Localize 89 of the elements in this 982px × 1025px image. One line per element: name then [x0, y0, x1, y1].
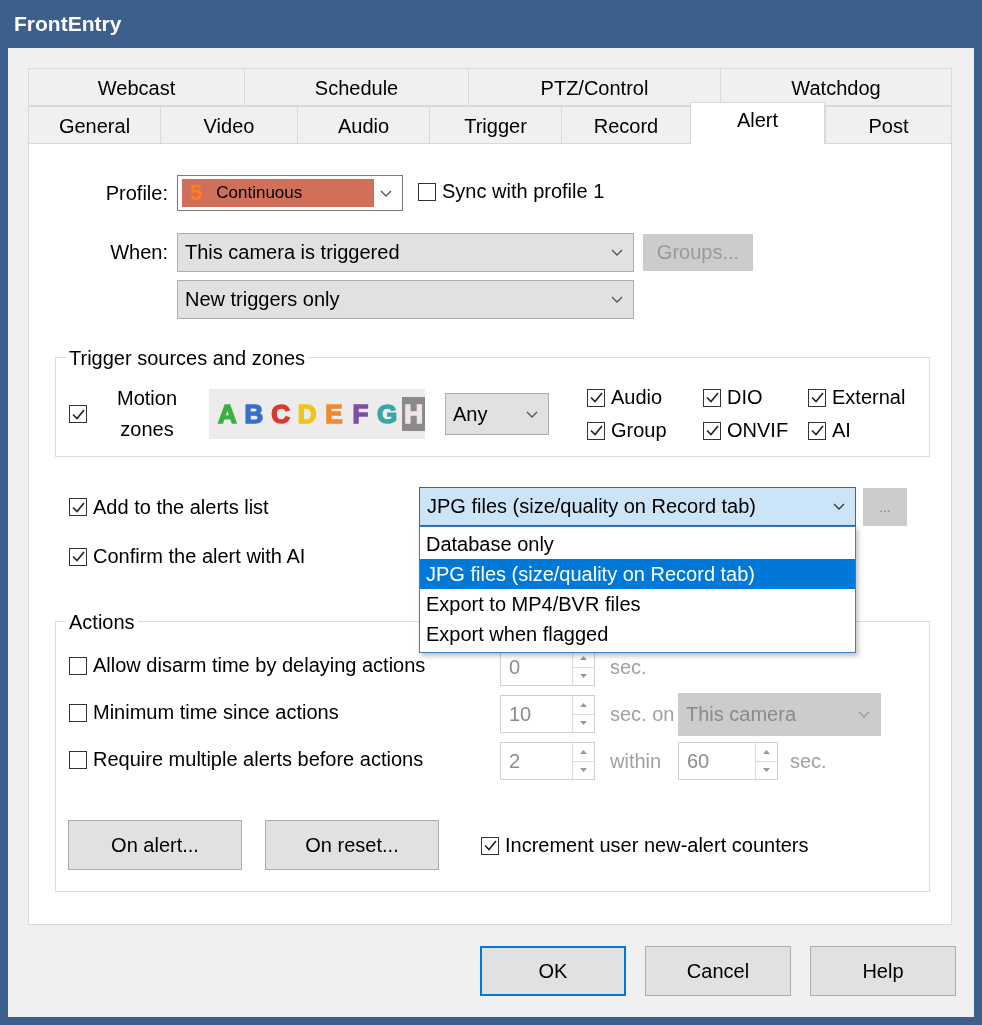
action-button[interactable]: On alert... — [68, 820, 242, 870]
checkbox[interactable] — [69, 498, 87, 516]
dropdown-option[interactable]: Export to MP4/BVR files — [420, 589, 855, 619]
checkbox[interactable] — [481, 836, 499, 855]
dropdown[interactable]: This camera is triggered — [177, 233, 634, 272]
checkmark-icon — [589, 425, 603, 436]
checkmark-icon — [705, 425, 719, 436]
tab[interactable]: Video — [160, 106, 297, 143]
dropdown-option[interactable]: JPG files (size/quality on Record tab) — [420, 559, 855, 589]
checkbox[interactable] — [703, 388, 721, 407]
unit-label: within — [610, 749, 663, 773]
action-button[interactable]: On reset... — [265, 820, 439, 870]
checkbox-label: Increment user new-alert counters — [505, 834, 809, 857]
chevron-down-icon — [833, 503, 845, 510]
chevron-down-icon — [526, 410, 538, 418]
dialog-button[interactable]: Help — [810, 946, 956, 996]
checkbox-label: DIO — [727, 386, 763, 409]
checkbox[interactable] — [703, 421, 721, 440]
unit-label: sec. — [610, 655, 647, 679]
caret-up-icon — [580, 702, 587, 707]
checkbox-label: Confirm the alert with AI — [93, 545, 306, 568]
checkmark-icon — [71, 551, 85, 562]
zone-letter[interactable]: F — [352, 400, 369, 428]
unit-label: sec. — [790, 749, 827, 773]
checkbox[interactable] — [587, 421, 605, 440]
chevron-down-icon — [611, 249, 623, 256]
caret-up-icon — [580, 749, 587, 754]
checkbox-label: AI — [832, 419, 851, 442]
checkbox-label: Allow disarm time by delaying actions — [93, 654, 426, 678]
checkmark-icon — [71, 408, 85, 420]
checkbox[interactable] — [69, 547, 87, 566]
checkmark-icon — [705, 392, 719, 403]
checkbox[interactable] — [808, 421, 826, 440]
dropdown[interactable]: Any — [445, 393, 549, 435]
checkbox-label: Motion zones — [116, 386, 178, 442]
caret-down-icon — [580, 674, 587, 679]
checkbox[interactable] — [69, 656, 87, 675]
field-label: When: — [109, 241, 168, 264]
chevron-down-icon — [858, 710, 870, 718]
checkbox-label: Group — [611, 419, 667, 442]
chevron-down-icon — [380, 189, 392, 197]
window-title: FrontEntry — [13, 11, 123, 37]
zone-letter[interactable]: C — [271, 400, 290, 428]
dropdown[interactable]: 5 Continuous — [177, 175, 403, 211]
tab[interactable]: Webcast — [28, 68, 244, 106]
dropdown-option[interactable]: Export when flagged — [420, 619, 855, 649]
checkmark-icon — [589, 392, 603, 403]
checkbox[interactable] — [418, 182, 436, 201]
checkmark-icon — [483, 840, 497, 851]
dialog-button[interactable]: OK — [480, 946, 626, 996]
checkbox[interactable] — [69, 405, 87, 423]
dropdown-option[interactable]: Database only — [420, 529, 855, 559]
checkbox-label: Require multiple alerts before actions — [93, 748, 424, 772]
checkbox-label: Add to the alerts list — [93, 495, 269, 519]
checkbox-label: External — [832, 386, 906, 409]
tab[interactable]: General — [28, 106, 160, 143]
checkbox-label: Minimum time since actions — [93, 701, 339, 725]
checkbox[interactable] — [69, 750, 87, 769]
tab[interactable]: Trigger — [429, 106, 561, 143]
unit-label: sec. on — [610, 702, 676, 726]
checkbox-label: ONVIF — [727, 419, 789, 442]
tab[interactable]: PTZ/Control — [468, 68, 720, 106]
checkmark-icon — [71, 501, 85, 513]
tab[interactable]: Schedule — [244, 68, 468, 106]
profile-name: Continuous — [216, 183, 303, 203]
tab[interactable]: Record — [561, 106, 690, 143]
tab[interactable]: Audio — [297, 106, 429, 143]
dropdown[interactable]: JPG files (size/quality on Record tab) — [419, 487, 856, 526]
tab[interactable]: Post — [825, 106, 952, 143]
caret-down-icon — [763, 768, 770, 773]
checkbox[interactable] — [587, 388, 605, 407]
checkbox[interactable] — [808, 388, 826, 407]
checkmark-icon — [810, 392, 824, 403]
dropdown[interactable]: New triggers only — [177, 280, 634, 319]
checkbox[interactable] — [69, 703, 87, 722]
checkmark-icon — [810, 425, 824, 436]
caret-up-icon — [580, 655, 587, 660]
field-label: Profile: — [104, 181, 168, 205]
checkbox-label: Audio — [611, 386, 663, 409]
zone-letter[interactable]: B — [244, 400, 264, 428]
chevron-down-icon — [611, 296, 623, 303]
caret-down-icon — [580, 721, 587, 726]
caret-down-icon — [580, 768, 587, 773]
checkbox-label: Sync with profile 1 — [442, 180, 605, 204]
profile-number: 5 — [190, 180, 203, 206]
dialog-button[interactable]: Cancel — [645, 946, 791, 996]
tab[interactable]: Alert — [690, 102, 825, 144]
tab[interactable]: Watchdog — [720, 68, 952, 106]
caret-up-icon — [763, 749, 770, 754]
